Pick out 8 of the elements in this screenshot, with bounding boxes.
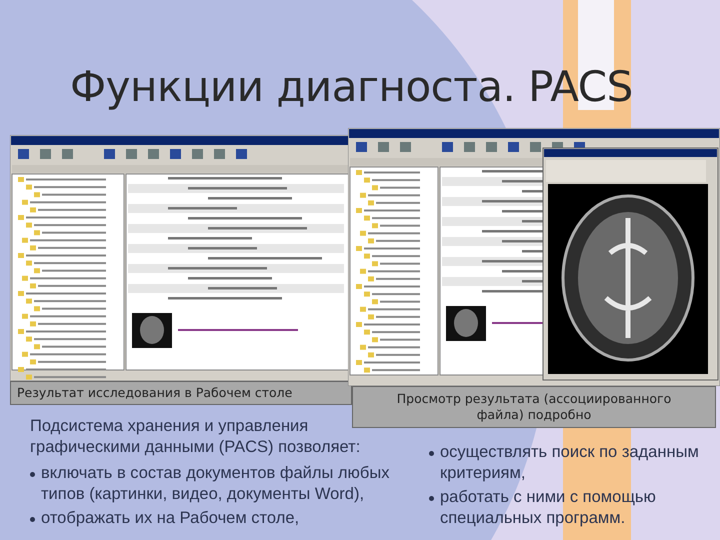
bullet-icon [429, 496, 434, 501]
bullet-icon [30, 472, 35, 477]
screenshot-caption: Результат исследования в Рабочем столе [10, 381, 352, 405]
bullet-text: отображать их на Рабочем столе, [41, 508, 300, 529]
slide-title: Функции диагноста. PACS [70, 62, 634, 113]
screenshot-caption: Просмотр результата (ассоциированного файла) подробно [352, 386, 716, 428]
bullet-icon [30, 517, 35, 522]
bullet-icon [429, 451, 434, 456]
